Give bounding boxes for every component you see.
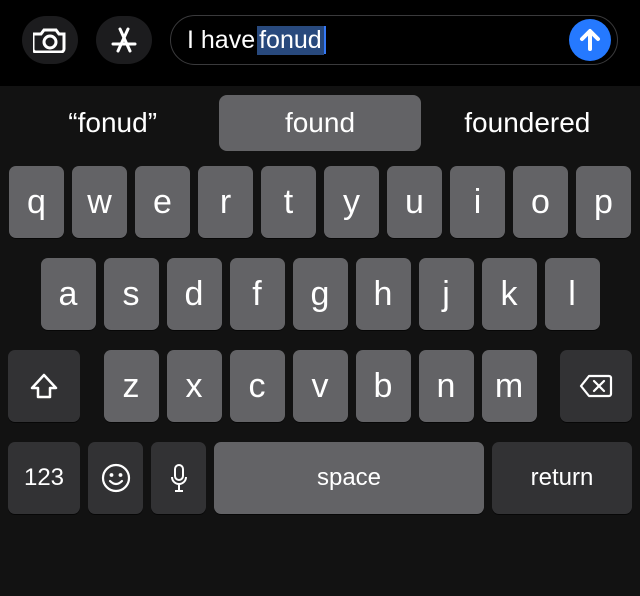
key-p[interactable]: p [576,166,631,238]
key-a[interactable]: a [41,258,96,330]
suggestion-center[interactable]: found [219,95,420,151]
emoji-icon [101,463,131,493]
key-row-1: q w e r t y u i o p [8,166,632,238]
key-space[interactable]: space [214,442,484,514]
key-o[interactable]: o [513,166,568,238]
key-row-3: z x c v b n m [8,350,632,422]
camera-button[interactable] [22,16,78,64]
key-row-bottom: 123 space return [8,442,632,514]
key-row-2: a s d f g h j k l [8,258,632,330]
key-grid: q w e r t y u i o p a s d f g h j k l [0,156,640,514]
input-text-plain: I have [187,26,255,55]
key-d[interactable]: d [167,258,222,330]
text-cursor [324,26,326,54]
key-g[interactable]: g [293,258,348,330]
key-emoji[interactable] [88,442,143,514]
input-text-highlight: fonud [257,26,324,55]
key-r[interactable]: r [198,166,253,238]
key-q[interactable]: q [9,166,64,238]
suggestion-bar: “fonud” found foundered [0,90,640,156]
key-mode-switch[interactable]: 123 [8,442,80,514]
mic-icon [169,463,189,493]
key-s[interactable]: s [104,258,159,330]
key-return[interactable]: return [492,442,632,514]
key-row-3-letters: z x c v b n m [98,350,542,422]
key-e[interactable]: e [135,166,190,238]
key-u[interactable]: u [387,166,442,238]
key-n[interactable]: n [419,350,474,422]
key-f[interactable]: f [230,258,285,330]
key-y[interactable]: y [324,166,379,238]
key-backspace[interactable] [560,350,632,422]
suggestion-left[interactable]: “fonud” [12,95,213,151]
input-text: I have fonud [187,26,569,55]
key-i[interactable]: i [450,166,505,238]
key-x[interactable]: x [167,350,222,422]
send-button[interactable] [569,19,611,61]
key-v[interactable]: v [293,350,348,422]
suggestion-right[interactable]: foundered [427,95,628,151]
key-t[interactable]: t [261,166,316,238]
key-w[interactable]: w [72,166,127,238]
key-l[interactable]: l [545,258,600,330]
key-dictation[interactable] [151,442,206,514]
key-k[interactable]: k [482,258,537,330]
input-bar: I have fonud [0,0,640,86]
message-input[interactable]: I have fonud [170,15,618,65]
key-c[interactable]: c [230,350,285,422]
key-z[interactable]: z [104,350,159,422]
key-b[interactable]: b [356,350,411,422]
key-m[interactable]: m [482,350,537,422]
backspace-icon [579,374,613,398]
camera-icon [33,27,67,53]
appstore-button[interactable] [96,16,152,64]
key-j[interactable]: j [419,258,474,330]
send-arrow-icon [579,28,601,52]
shift-icon [30,373,58,399]
keyboard: “fonud” found foundered q w e r t y u i … [0,86,640,596]
key-shift[interactable] [8,350,80,422]
key-h[interactable]: h [356,258,411,330]
appstore-icon [109,25,139,55]
